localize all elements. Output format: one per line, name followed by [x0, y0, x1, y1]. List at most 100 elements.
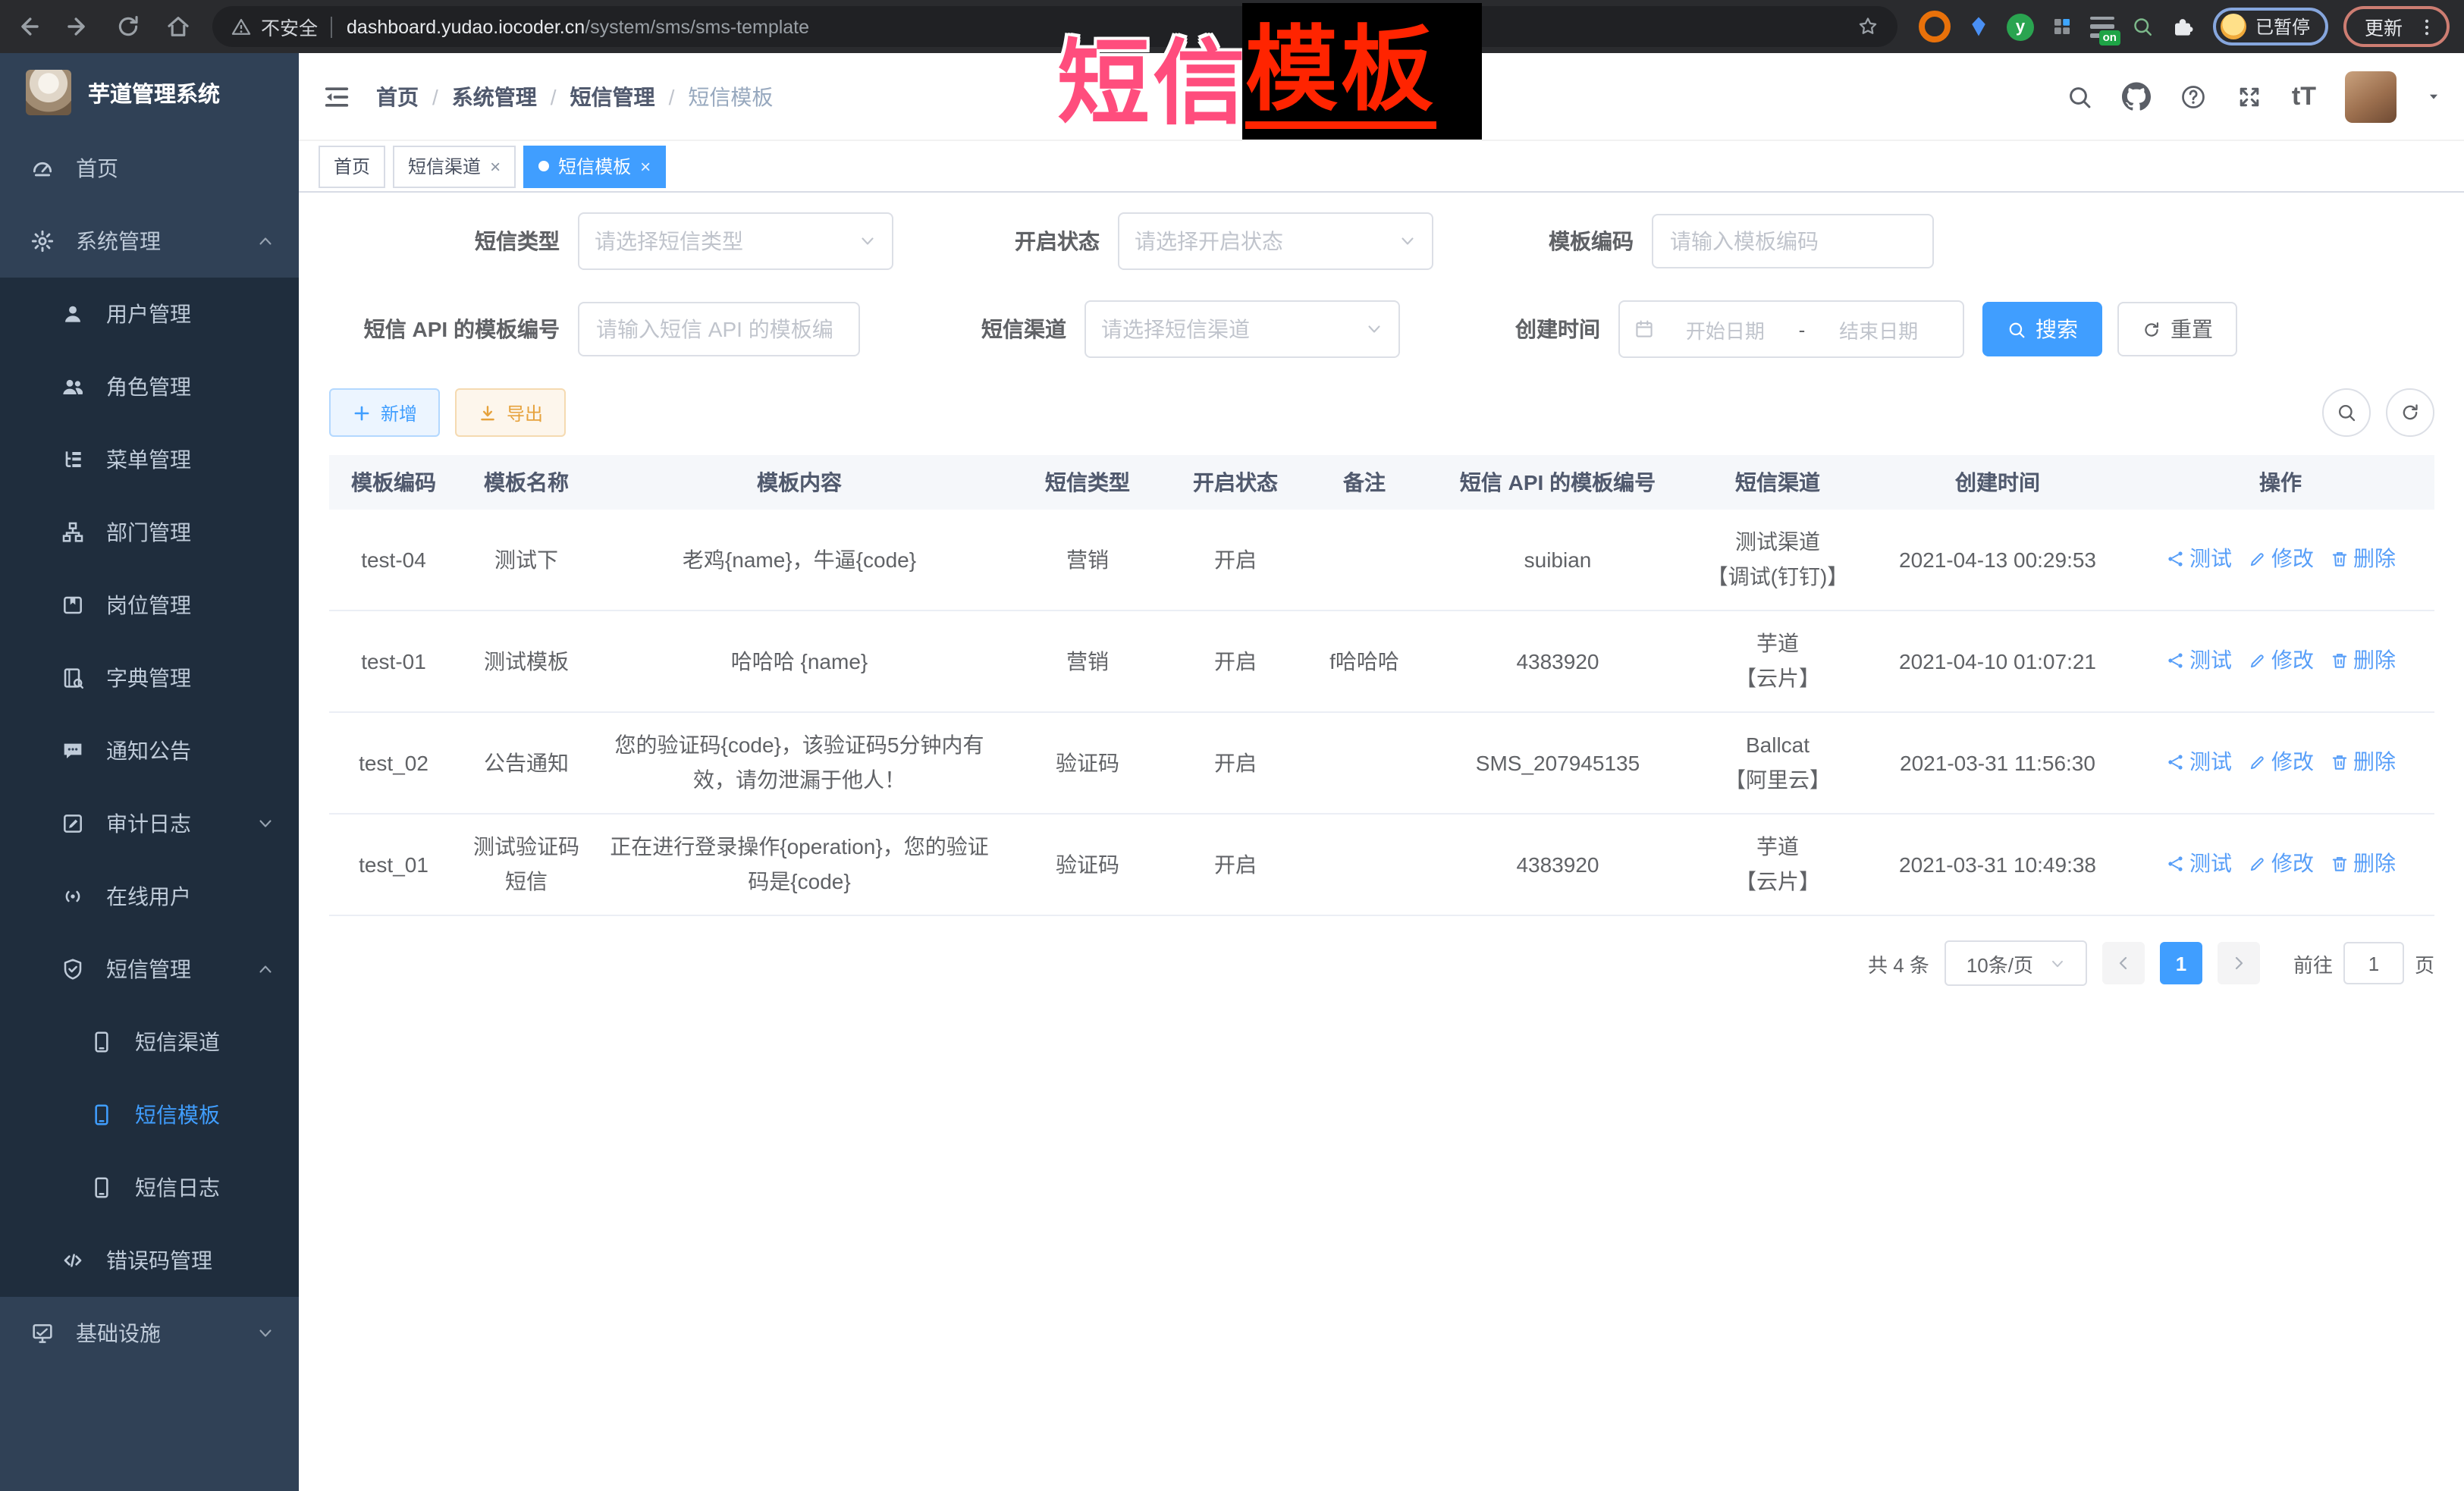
- edit-link[interactable]: 修改: [2247, 846, 2314, 880]
- prev-page-button[interactable]: [2102, 942, 2145, 984]
- header-search-icon[interactable]: [2066, 83, 2093, 110]
- edit-link[interactable]: 修改: [2247, 744, 2314, 779]
- browser-menu-dots-icon[interactable]: [2416, 16, 2437, 37]
- delete-link[interactable]: 删除: [2329, 846, 2396, 880]
- cell-remark: [1300, 712, 1429, 814]
- browser-home-icon[interactable]: [165, 14, 191, 39]
- test-link[interactable]: 测试: [2165, 846, 2232, 880]
- delete-link[interactable]: 删除: [2329, 541, 2396, 576]
- close-icon[interactable]: ×: [640, 157, 651, 175]
- template-code-input[interactable]: [1652, 214, 1934, 268]
- refresh-table-button[interactable]: [2386, 388, 2434, 437]
- sidebar: 芋道管理系统 首页 系统管理 用户管理 角色管理 菜单管理: [0, 53, 299, 1491]
- sidebar-item-error-code[interactable]: 错误码管理: [0, 1224, 299, 1297]
- app-logo[interactable]: 芋道管理系统: [0, 53, 299, 132]
- search-button[interactable]: 搜索: [1982, 302, 2102, 356]
- add-button[interactable]: 新增: [329, 388, 440, 437]
- sidebar-item-home[interactable]: 首页: [0, 132, 299, 205]
- browser-forward-icon[interactable]: [65, 14, 91, 39]
- fullscreen-icon[interactable]: [2236, 83, 2263, 110]
- page-size-select[interactable]: 10条/页: [1945, 940, 2087, 986]
- avatar-caret-down-icon[interactable]: [2425, 88, 2442, 105]
- api-template-id-input[interactable]: [578, 302, 860, 356]
- sidebar-item-sms-template[interactable]: 短信模板: [0, 1078, 299, 1151]
- pen-icon: [2247, 853, 2267, 873]
- sms-type-label: 短信类型: [329, 226, 578, 256]
- sidebar-item-audit-log[interactable]: 审计日志: [0, 787, 299, 860]
- next-page-button[interactable]: [2218, 942, 2260, 984]
- test-link[interactable]: 测试: [2165, 642, 2232, 677]
- end-date-placeholder: 结束日期: [1808, 315, 1949, 344]
- breadcrumb-sms[interactable]: 短信管理: [570, 81, 655, 111]
- browser-reload-icon[interactable]: [115, 14, 141, 39]
- delete-link[interactable]: 删除: [2329, 744, 2396, 779]
- edit-link[interactable]: 修改: [2247, 541, 2314, 576]
- sidebar-item-dict-mgmt[interactable]: 字典管理: [0, 642, 299, 714]
- sidebar-item-sms-log[interactable]: 短信日志: [0, 1151, 299, 1224]
- breadcrumb-system[interactable]: 系统管理: [452, 81, 537, 111]
- url-host: dashboard.yudao.iocoder.cn: [347, 16, 585, 37]
- extension-list-icon[interactable]: on: [2090, 16, 2114, 37]
- status-select[interactable]: 请选择开启状态: [1118, 212, 1433, 270]
- dashboard-icon: [30, 156, 55, 180]
- address-bar[interactable]: 不安全 dashboard.yudao.iocoder.cn /system/s…: [212, 6, 1897, 47]
- goto-page-input[interactable]: [2343, 942, 2404, 984]
- table-row: test-01 测试模板 哈哈哈 {name} 营销 开启 f哈哈哈 43839…: [329, 611, 2434, 712]
- sidebar-item-system-mgmt[interactable]: 系统管理: [0, 205, 299, 278]
- sidebar-fold-button[interactable]: [322, 81, 352, 111]
- top-navbar: 首页 / 系统管理 / 短信管理 / 短信模板 tT: [299, 53, 2464, 141]
- help-icon[interactable]: [2180, 83, 2207, 110]
- sidebar-item-infrastructure[interactable]: 基础设施: [0, 1297, 299, 1370]
- extensions-puzzle-icon[interactable]: [2171, 14, 2195, 39]
- sidebar-item-online-users[interactable]: 在线用户: [0, 860, 299, 933]
- sidebar-item-sms-channel[interactable]: 短信渠道: [0, 1006, 299, 1078]
- reset-button[interactable]: 重置: [2117, 302, 2237, 356]
- sidebar-item-menu-mgmt[interactable]: 菜单管理: [0, 423, 299, 496]
- bookmark-star-icon[interactable]: [1857, 15, 1879, 38]
- export-button[interactable]: 导出: [455, 388, 566, 437]
- chevron-down-icon: [1365, 320, 1383, 338]
- tab-sms-template[interactable]: 短信模板 ×: [523, 145, 666, 187]
- test-link[interactable]: 测试: [2165, 744, 2232, 779]
- table-row: test-04 测试下 老鸡{name}，牛逼{code} 营销 开启 suib…: [329, 510, 2434, 611]
- sidebar-item-user-mgmt[interactable]: 用户管理: [0, 278, 299, 350]
- sidebar-item-dept-mgmt[interactable]: 部门管理: [0, 496, 299, 569]
- edit-link[interactable]: 修改: [2247, 642, 2314, 677]
- user-avatar[interactable]: [2345, 71, 2397, 122]
- test-link[interactable]: 测试: [2165, 541, 2232, 576]
- browser-back-icon[interactable]: [15, 14, 41, 39]
- delete-link[interactable]: 删除: [2329, 642, 2396, 677]
- sidebar-item-role-mgmt[interactable]: 角色管理: [0, 350, 299, 423]
- extension-magnifier-icon[interactable]: [2131, 15, 2154, 38]
- trash-icon: [2329, 853, 2349, 873]
- extension-pin-icon[interactable]: [1967, 15, 1990, 38]
- chevron-right-icon: [2230, 954, 2248, 972]
- extension-orange-icon[interactable]: [1919, 11, 1951, 42]
- phone-icon: [89, 1030, 114, 1054]
- dictionary-icon: [61, 666, 85, 690]
- sms-type-select[interactable]: 请选择短信类型: [578, 212, 893, 270]
- template-code-label: 模板编码: [1473, 226, 1652, 256]
- font-size-icon[interactable]: tT: [2292, 83, 2316, 109]
- breadcrumb: 首页 / 系统管理 / 短信管理 / 短信模板: [376, 81, 773, 111]
- cell-code: test_02: [329, 712, 458, 814]
- close-icon[interactable]: ×: [490, 157, 501, 175]
- github-icon[interactable]: [2122, 82, 2151, 111]
- browser-update-button[interactable]: 更新: [2343, 6, 2450, 47]
- sidebar-item-notice[interactable]: 通知公告: [0, 714, 299, 787]
- pen-icon: [2247, 650, 2267, 670]
- tab-home[interactable]: 首页: [319, 145, 385, 187]
- sidebar-item-sms-mgmt[interactable]: 短信管理: [0, 933, 299, 1006]
- create-time-range-picker[interactable]: 开始日期 - 结束日期: [1618, 300, 1964, 358]
- channel-select[interactable]: 请选择短信渠道: [1084, 300, 1400, 358]
- breadcrumb-home[interactable]: 首页: [376, 81, 419, 111]
- extension-grid-icon[interactable]: [2051, 15, 2073, 38]
- show-search-button[interactable]: [2322, 388, 2371, 437]
- extension-y-icon[interactable]: y: [2007, 13, 2034, 40]
- table-header-row: 模板编码 模板名称 模板内容 短信类型 开启状态 备注 短信 API 的模板编号…: [329, 455, 2434, 510]
- current-page-button[interactable]: 1: [2160, 942, 2202, 984]
- cell-actions: 测试修改删除: [2127, 814, 2434, 915]
- profile-paused-pill[interactable]: 已暂停: [2213, 8, 2328, 46]
- sidebar-item-post-mgmt[interactable]: 岗位管理: [0, 569, 299, 642]
- tab-sms-channel[interactable]: 短信渠道 ×: [393, 145, 516, 187]
